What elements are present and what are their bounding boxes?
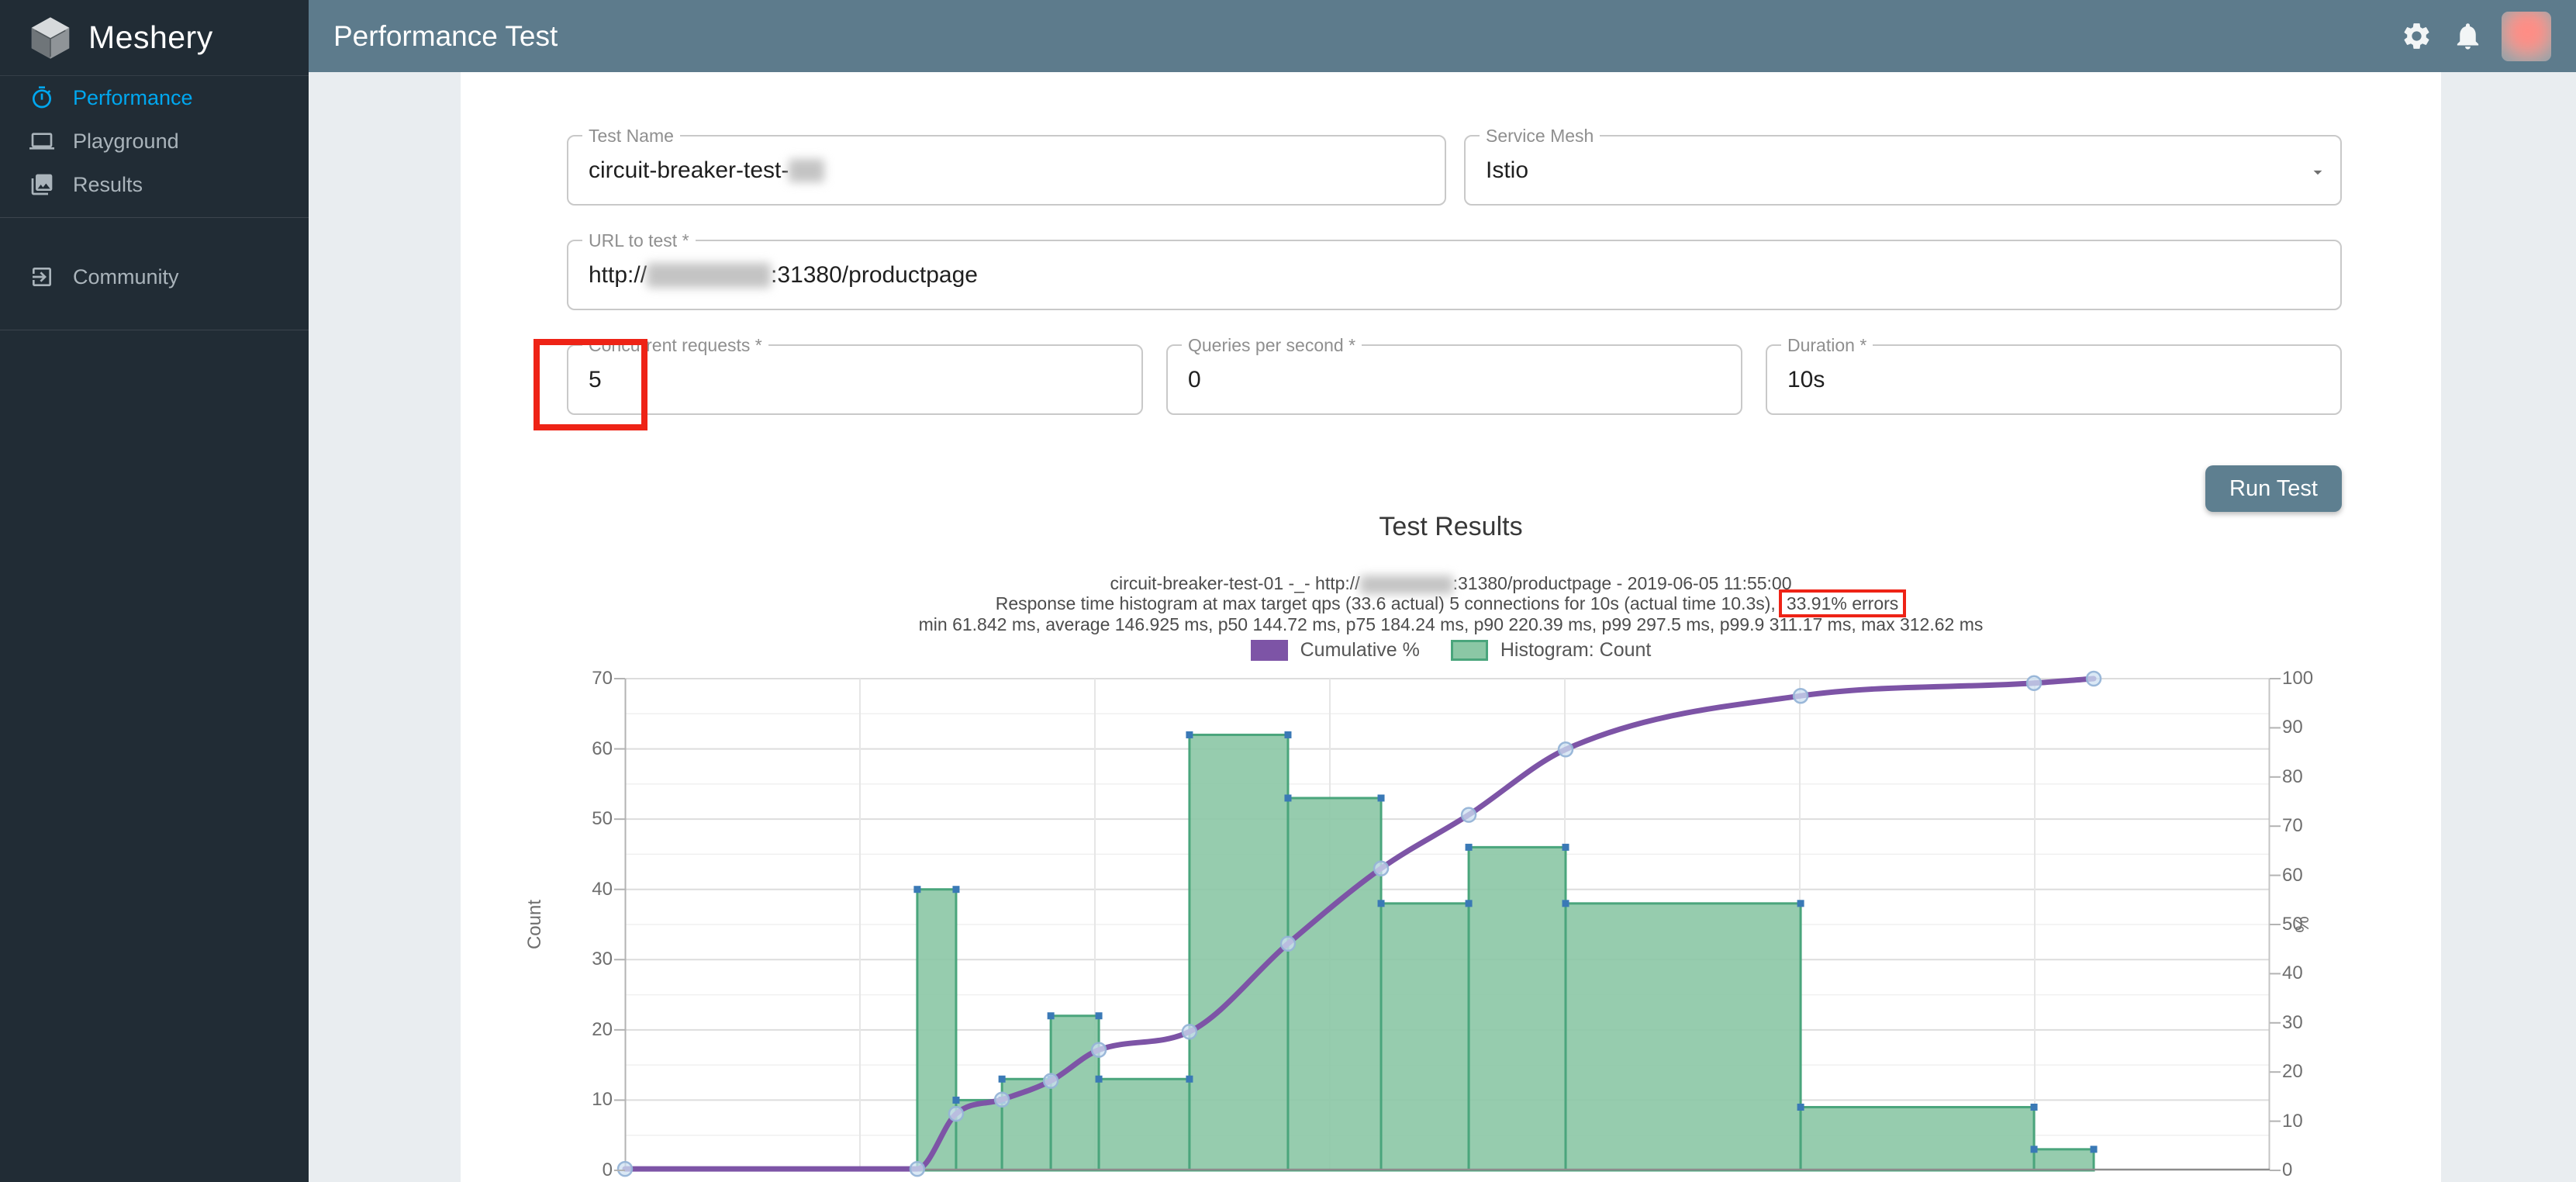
left-tick-label: 20 [558, 1019, 613, 1041]
concurrent-requests-label: Concurrent requests * [582, 335, 768, 356]
concurrent-requests-field[interactable]: Concurrent requests * 5 [567, 344, 1143, 415]
sidebar-nav: Performance Playground Results Co [0, 76, 309, 341]
test-results-heading: Test Results [461, 512, 2441, 542]
result-summary-line3: min 61.842 ms, average 146.925 ms, p50 1… [461, 614, 2441, 635]
url-prefix: http:// [589, 262, 647, 289]
right-tick-label: 20 [2282, 1061, 2344, 1083]
sidebar-item-label: Performance [73, 86, 193, 110]
left-tick-label: 10 [558, 1089, 613, 1111]
sidebar-item-results[interactable]: Results [0, 163, 309, 206]
legend-label-line: Cumulative % [1300, 639, 1420, 662]
right-tick-label: 30 [2282, 1012, 2344, 1034]
url-field[interactable]: URL to test * http://:31380/productpage [567, 240, 2342, 310]
result-summary-line1: circuit-breaker-test-01 -_- http://:3138… [461, 573, 2441, 594]
avatar-blurred-image [2502, 12, 2551, 61]
sidebar-item-community[interactable]: Community [0, 255, 309, 299]
left-axis-title: Count [524, 878, 546, 971]
sidebar-item-playground[interactable]: Playground [0, 119, 309, 163]
redacted-ip [647, 263, 771, 288]
redacted-ip [1360, 575, 1453, 594]
histogram-chart[interactable]: 010203040506070 0102030405060708090100 [625, 679, 2270, 1170]
concurrent-requests-value: 5 [589, 346, 602, 413]
test-name-value: circuit-breaker-test- [589, 157, 789, 184]
sidebar-divider [0, 217, 309, 218]
duration-field[interactable]: Duration * 10s [1766, 344, 2342, 415]
sidebar-item-label: Community [73, 265, 179, 289]
legend-label-bars: Histogram: Count [1500, 639, 1652, 662]
meshery-app: Meshery Performance Playground Results [0, 0, 2576, 1182]
sidebar-item-performance[interactable]: Performance [0, 76, 309, 119]
right-tick-label: 70 [2282, 815, 2344, 837]
service-mesh-select[interactable]: Service Mesh Istio [1464, 135, 2342, 206]
left-tick-label: 50 [558, 808, 613, 830]
redacted-text [789, 159, 824, 182]
sidebar: Meshery Performance Playground Results [0, 0, 309, 1182]
right-tick-label: 10 [2282, 1111, 2344, 1132]
service-mesh-value: Istio [1486, 137, 1528, 204]
left-tick-label: 60 [558, 738, 613, 760]
logo-text: Meshery [88, 19, 213, 56]
legend-swatch-line [1251, 640, 1288, 661]
qps-field[interactable]: Queries per second * 0 [1166, 344, 1742, 415]
run-test-button[interactable]: Run Test [2205, 465, 2342, 512]
test-name-field[interactable]: Test Name circuit-breaker-test- [567, 135, 1446, 206]
results-collections-icon [29, 172, 54, 197]
left-tick-label: 0 [558, 1160, 613, 1181]
notifications-bell-icon[interactable] [2452, 20, 2484, 52]
page-title: Performance Test [333, 0, 558, 72]
left-tick-label: 70 [558, 668, 613, 690]
header-bar: Performance Test [309, 0, 2576, 72]
qps-label: Queries per second * [1182, 335, 1362, 356]
left-tick-label: 30 [558, 949, 613, 970]
stopwatch-icon [29, 85, 54, 110]
user-avatar[interactable] [2502, 12, 2551, 61]
chart-legend: Cumulative % Histogram: Count [461, 639, 2441, 662]
main-content: Test Name circuit-breaker-test- Service … [309, 72, 2576, 1182]
chart-canvas [625, 679, 2270, 1170]
sidebar-item-label: Playground [73, 130, 179, 154]
right-tick-label: 80 [2282, 766, 2344, 788]
legend-swatch-bars [1451, 640, 1488, 661]
logo-row[interactable]: Meshery [0, 0, 309, 76]
result-summary-line2: Response time histogram at max target qp… [461, 593, 2441, 614]
qps-value: 0 [1188, 346, 1201, 413]
right-tick-label: 100 [2282, 668, 2344, 690]
errors-annotation-box: 33.91% errors [1779, 589, 1906, 617]
right-axis-title: % [2292, 909, 2314, 940]
url-suffix: :31380/productpage [771, 262, 978, 289]
settings-gear-icon[interactable] [2401, 20, 2433, 52]
right-tick-label: 60 [2282, 865, 2344, 886]
sidebar-item-label: Results [73, 173, 143, 197]
right-tick-label: 40 [2282, 963, 2344, 984]
laptop-icon [29, 129, 54, 154]
performance-test-card: Test Name circuit-breaker-test- Service … [461, 72, 2441, 1182]
right-tick-label: 0 [2282, 1160, 2344, 1181]
left-tick-label: 40 [558, 879, 613, 900]
chevron-down-icon [2308, 162, 2328, 182]
meshery-logo-icon [28, 16, 73, 60]
duration-value: 10s [1787, 346, 1825, 413]
exit-to-app-icon [29, 264, 54, 289]
right-tick-label: 90 [2282, 717, 2344, 738]
